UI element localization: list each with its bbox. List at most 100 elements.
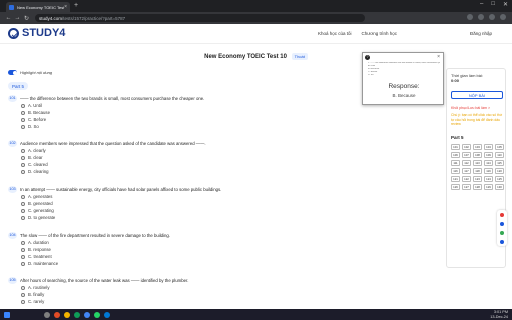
extension-icon[interactable] bbox=[489, 14, 495, 20]
login-link[interactable]: Đăng nhập bbox=[470, 31, 492, 36]
question-number-cell[interactable]: 102 bbox=[462, 144, 471, 150]
highlight-toggle[interactable] bbox=[8, 70, 17, 75]
radio-icon[interactable] bbox=[21, 110, 25, 115]
question-number-cell[interactable]: 120 bbox=[495, 168, 504, 174]
tool-info-icon[interactable] bbox=[500, 239, 504, 244]
site-logo[interactable]: STUDY4 bbox=[8, 27, 65, 39]
question-number-cell[interactable]: 127 bbox=[462, 184, 471, 190]
back-button[interactable]: ← bbox=[4, 15, 13, 21]
radio-icon[interactable] bbox=[21, 169, 25, 174]
question-number-cell[interactable]: 123 bbox=[473, 176, 482, 182]
chrome-icon[interactable] bbox=[84, 311, 90, 318]
option-c[interactable]: C. cleared bbox=[21, 162, 48, 167]
question-number-cell[interactable]: 113 bbox=[473, 160, 482, 166]
new-tab-button[interactable]: + bbox=[74, 2, 78, 10]
radio-icon[interactable] bbox=[21, 285, 25, 290]
forward-button[interactable]: → bbox=[13, 15, 22, 21]
radio-icon[interactable] bbox=[21, 215, 25, 220]
question-number-cell[interactable]: 125 bbox=[495, 176, 504, 182]
radio-icon[interactable] bbox=[21, 292, 25, 297]
question-number-cell[interactable]: 106 bbox=[451, 152, 460, 158]
option-c[interactable]: C. treatment bbox=[21, 254, 52, 259]
address-bar[interactable]: study4.com /tests/1572/practice/?part=57… bbox=[35, 14, 365, 22]
reload-button[interactable]: ↻ bbox=[22, 15, 31, 22]
search-icon[interactable] bbox=[44, 311, 50, 318]
radio-icon[interactable] bbox=[21, 299, 25, 304]
question-number-cell[interactable]: 124 bbox=[484, 176, 493, 182]
radio-icon[interactable] bbox=[21, 194, 25, 199]
question-number-cell[interactable]: 126 bbox=[451, 184, 460, 190]
restore-link[interactable]: Khôi phục/Lưu bài làm > bbox=[451, 106, 490, 110]
system-tray-clock[interactable]: 3:01 PM 13-Dec-24 bbox=[490, 310, 508, 319]
radio-icon[interactable] bbox=[21, 201, 25, 206]
option-a[interactable]: A. generates bbox=[21, 194, 52, 199]
question-number-cell[interactable]: 118 bbox=[473, 168, 482, 174]
question-number-cell[interactable]: 129 bbox=[484, 184, 493, 190]
extension-icon[interactable] bbox=[467, 14, 473, 20]
exit-button[interactable]: Thoát bbox=[291, 53, 308, 60]
app-icon[interactable] bbox=[74, 311, 80, 318]
option-b[interactable]: B. finally bbox=[21, 292, 44, 297]
question-number-cell[interactable]: 110 bbox=[495, 152, 504, 158]
question-number-cell[interactable]: 116 bbox=[451, 168, 460, 174]
option-a[interactable]: A. clearly bbox=[21, 148, 46, 153]
question-number-cell[interactable]: 107 bbox=[462, 152, 471, 158]
maximize-button[interactable]: □ bbox=[491, 1, 495, 8]
close-icon[interactable]: × bbox=[437, 54, 440, 60]
question-number-cell[interactable]: 117 bbox=[462, 168, 471, 174]
option-b[interactable]: B. response bbox=[21, 247, 51, 252]
radio-icon[interactable] bbox=[21, 148, 25, 153]
option-b[interactable]: B. Because bbox=[21, 110, 50, 115]
highlight-toggle-row[interactable]: Highlight nội dung bbox=[8, 70, 52, 75]
help-icon[interactable]: ? bbox=[365, 55, 370, 60]
tool-blue-icon[interactable] bbox=[500, 221, 504, 226]
option-b[interactable]: B. generated bbox=[21, 201, 53, 206]
radio-icon[interactable] bbox=[21, 240, 25, 245]
extension-icon[interactable] bbox=[478, 14, 484, 20]
app-icon[interactable] bbox=[54, 311, 60, 318]
whatsapp-icon[interactable] bbox=[94, 311, 100, 318]
folder-icon[interactable] bbox=[64, 311, 70, 318]
browser-tab[interactable]: New Economy TOEIC Test 10 × bbox=[6, 2, 70, 12]
question-number-cell[interactable]: 128 bbox=[473, 184, 482, 190]
submit-button[interactable]: NỘP BÀI bbox=[451, 91, 503, 99]
radio-icon[interactable] bbox=[21, 247, 25, 252]
part-tab[interactable]: Part 5 bbox=[8, 82, 29, 90]
question-number-cell[interactable]: 122 bbox=[462, 176, 471, 182]
question-number-cell[interactable]: 115 bbox=[495, 160, 504, 166]
option-d[interactable]: D. maintenance bbox=[21, 261, 58, 266]
question-number-cell[interactable]: 105 bbox=[495, 144, 504, 150]
option-a[interactable]: A. Until bbox=[21, 103, 42, 108]
option-d[interactable]: D. So bbox=[21, 124, 39, 129]
question-number-cell[interactable]: 121 bbox=[451, 176, 460, 182]
nav-my-courses[interactable]: Khoá học của tôi bbox=[318, 31, 352, 36]
close-tab-icon[interactable]: × bbox=[64, 4, 67, 10]
question-number-cell[interactable]: 130 bbox=[495, 184, 504, 190]
tool-red-icon[interactable] bbox=[500, 212, 504, 217]
radio-icon[interactable] bbox=[21, 124, 25, 129]
option-d[interactable]: D. to generate bbox=[21, 215, 55, 220]
question-number-cell[interactable]: 108 bbox=[473, 152, 482, 158]
question-number-cell[interactable]: 103 bbox=[473, 144, 482, 150]
radio-icon[interactable] bbox=[21, 117, 25, 122]
question-number-cell[interactable]: 101 bbox=[451, 144, 460, 150]
question-number-cell[interactable]: 112 bbox=[462, 160, 471, 166]
option-c[interactable]: C. rarely bbox=[21, 299, 44, 304]
profile-avatar-icon[interactable] bbox=[500, 14, 506, 20]
radio-icon[interactable] bbox=[21, 103, 25, 108]
question-number-cell[interactable]: 104 bbox=[484, 144, 493, 150]
radio-icon[interactable] bbox=[21, 155, 25, 160]
question-number-cell[interactable]: 109 bbox=[484, 152, 493, 158]
question-number-cell[interactable]: 119 bbox=[484, 168, 493, 174]
option-c[interactable]: C. generating bbox=[21, 208, 54, 213]
tool-green-icon[interactable] bbox=[500, 230, 504, 235]
radio-icon[interactable] bbox=[21, 208, 25, 213]
option-a[interactable]: A. duration bbox=[21, 240, 49, 245]
radio-icon[interactable] bbox=[21, 254, 25, 259]
start-menu-icon[interactable] bbox=[4, 311, 10, 318]
radio-icon[interactable] bbox=[21, 162, 25, 167]
minimize-button[interactable]: – bbox=[480, 1, 483, 8]
nav-program[interactable]: Chương trình học bbox=[362, 31, 397, 36]
app-icon[interactable] bbox=[104, 311, 110, 318]
option-b[interactable]: B. clear bbox=[21, 155, 43, 160]
